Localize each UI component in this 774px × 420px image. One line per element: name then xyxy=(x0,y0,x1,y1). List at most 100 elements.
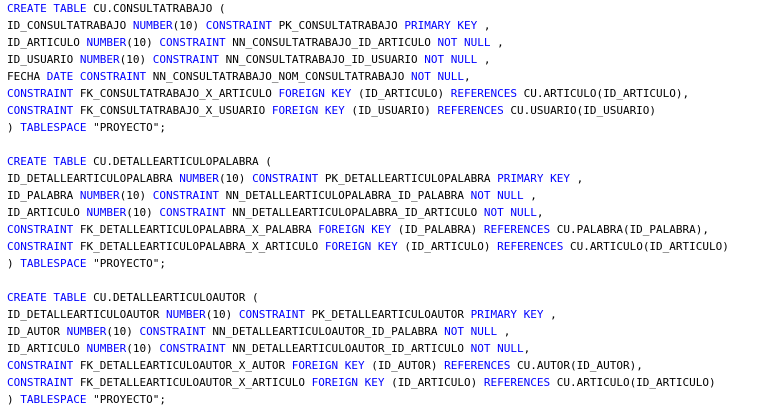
sql-text: "PROYECTO"; xyxy=(86,257,166,270)
code-line: ID_ARTICULO NUMBER(10) CONSTRAINT NN_DET… xyxy=(7,204,774,221)
sql-keyword: CONSTRAINT xyxy=(7,223,74,236)
sql-text: PK_DETALLEARTICULOPALABRA xyxy=(318,172,498,185)
code-line: CONSTRAINT FK_DETALLEARTICULOPALABRA_X_P… xyxy=(7,221,774,238)
sql-keyword: FOREIGN KEY xyxy=(324,240,398,253)
sql-keyword: NOT NULL xyxy=(411,70,464,83)
code-line: CONSTRAINT FK_DETALLEARTICULOPALABRA_X_A… xyxy=(7,238,774,255)
code-line: ID_AUTOR NUMBER(10) CONSTRAINT NN_DETALL… xyxy=(7,323,774,340)
code-line: ID_DETALLEARTICULOPALABRA NUMBER(10) CON… xyxy=(7,170,774,187)
code-line: ID_DETALLEARTICULOAUTOR NUMBER(10) CONST… xyxy=(7,306,774,323)
sql-text: , xyxy=(523,342,531,355)
sql-text: NN_CONSULTATRABAJO_NOM_CONSULTATRABAJO xyxy=(146,70,411,83)
sql-text: (ID_ARTICULO) xyxy=(384,376,484,389)
sql-text: ID_ARTICULO xyxy=(7,206,87,219)
sql-keyword: DATE CONSTRAINT xyxy=(46,70,147,83)
sql-text: CU.AUTOR(ID_AUTOR), xyxy=(510,359,643,372)
sql-text: (10) xyxy=(205,308,239,321)
sql-keyword: NOT NULL xyxy=(444,325,498,338)
sql-text: , xyxy=(477,19,491,32)
sql-text: , xyxy=(463,70,471,83)
code-line: ID_USUARIO NUMBER(10) CONSTRAINT NN_CONS… xyxy=(7,51,774,68)
sql-keyword: CONSTRAINT xyxy=(7,376,74,389)
sql-text: CU.DETALLEARTICULOAUTOR ( xyxy=(86,291,259,304)
sql-text: FK_CONSULTATRABAJO_X_ARTICULO xyxy=(73,87,279,100)
sql-text: ID_AUTOR xyxy=(7,325,67,338)
sql-text: ID_DETALLEARTICULOAUTOR xyxy=(7,308,166,321)
sql-text: ) xyxy=(7,257,21,270)
sql-text: , xyxy=(477,53,491,66)
sql-keyword: NUMBER xyxy=(86,342,127,355)
sql-keyword: REFERENCES xyxy=(444,359,511,372)
sql-keyword: NUMBER xyxy=(86,36,127,49)
sql-text: , xyxy=(543,308,557,321)
sql-text: CU.ARTICULO(ID_ARTICULO), xyxy=(516,87,690,100)
sql-text: "PROYECTO"; xyxy=(86,121,166,134)
sql-text: (ID_PALABRA) xyxy=(391,223,484,236)
sql-text: ) xyxy=(7,121,21,134)
sql-keyword: NUMBER xyxy=(79,189,120,202)
sql-keyword: CONSTRAINT xyxy=(159,342,226,355)
sql-editor[interactable]: CREATE TABLE CU.CONSULTATRABAJO ( ID_CONS… xyxy=(0,0,774,420)
sql-keyword: NOT NULL xyxy=(437,36,491,49)
sql-keyword: NOT NULL xyxy=(470,189,524,202)
code-line: ID_PALABRA NUMBER(10) CONSTRAINT NN_DETA… xyxy=(7,187,774,204)
code-area[interactable]: CREATE TABLE CU.CONSULTATRABAJO ( ID_CONS… xyxy=(0,0,774,408)
sql-text: PK_DETALLEARTICULOAUTOR xyxy=(305,308,471,321)
code-line: ) TABLESPACE "PROYECTO"; xyxy=(7,391,774,408)
sql-keyword: REFERENCES xyxy=(497,240,564,253)
sql-keyword: NOT NULL xyxy=(483,206,537,219)
sql-text: ID_PALABRA xyxy=(7,189,80,202)
sql-text: (10) xyxy=(106,325,140,338)
code-line: ID_ARTICULO NUMBER(10) CONSTRAINT NN_CON… xyxy=(7,34,774,51)
code-line: FECHA DATE CONSTRAINT NN_CONSULTATRABAJO… xyxy=(7,68,774,85)
code-line: CREATE TABLE CU.DETALLEARTICULOAUTOR ( xyxy=(7,289,774,306)
sql-text: (ID_ARTICULO) xyxy=(351,87,451,100)
sql-keyword: CONSTRAINT xyxy=(7,240,74,253)
sql-text: FK_DETALLEARTICULOAUTOR_X_ARTICULO xyxy=(73,376,312,389)
sql-text: (10) xyxy=(126,206,160,219)
sql-keyword: FOREIGN KEY xyxy=(311,376,385,389)
sql-text: FK_DETALLEARTICULOAUTOR_X_AUTOR xyxy=(73,359,292,372)
sql-keyword: NOT NULL xyxy=(470,342,524,355)
sql-keyword: CONSTRAINT xyxy=(159,36,226,49)
code-line: ID_ARTICULO NUMBER(10) CONSTRAINT NN_DET… xyxy=(7,340,774,357)
sql-keyword: CONSTRAINT xyxy=(139,325,206,338)
sql-text: FK_CONSULTATRABAJO_X_USUARIO xyxy=(73,104,272,117)
sql-text: CU.DETALLEARTICULOPALABRA ( xyxy=(86,155,272,168)
sql-text: NN_DETALLEARTICULOPALABRA_ID_ARTICULO xyxy=(225,206,484,219)
sql-keyword: REFERENCES xyxy=(483,223,551,236)
sql-keyword: CREATE TABLE xyxy=(7,155,87,168)
code-line: CREATE TABLE CU.DETALLEARTICULOPALABRA ( xyxy=(7,153,774,170)
sql-keyword: NUMBER xyxy=(165,308,206,321)
sql-keyword: FOREIGN KEY xyxy=(278,87,352,100)
sql-text: NN_DETALLEARTICULOPALABRA_ID_PALABRA xyxy=(218,189,471,202)
sql-keyword: REFERENCES xyxy=(450,87,517,100)
sql-keyword: CONSTRAINT xyxy=(152,189,219,202)
sql-keyword: CREATE TABLE xyxy=(7,291,87,304)
code-line: ID_CONSULTATRABAJO NUMBER(10) CONSTRAINT… xyxy=(7,17,774,34)
sql-keyword: REFERENCES xyxy=(483,376,551,389)
sql-keyword: NUMBER xyxy=(86,206,127,219)
sql-keyword: NOT NULL xyxy=(424,53,478,66)
sql-text: CU.ARTICULO(ID_ARTICULO) xyxy=(563,240,729,253)
sql-keyword: CONSTRAINT xyxy=(205,19,272,32)
sql-keyword: NUMBER xyxy=(132,19,173,32)
sql-text: FK_DETALLEARTICULOPALABRA_X_PALABRA xyxy=(73,223,319,236)
sql-text: CU.CONSULTATRABAJO ( xyxy=(86,2,226,15)
code-line: CONSTRAINT FK_DETALLEARTICULOAUTOR_X_AUT… xyxy=(7,357,774,374)
sql-keyword: FOREIGN KEY xyxy=(291,359,365,372)
sql-keyword: CONSTRAINT xyxy=(7,104,74,117)
sql-keyword: PRIMARY KEY xyxy=(404,19,478,32)
sql-keyword: FOREIGN KEY xyxy=(271,104,345,117)
code-line: ) TABLESPACE "PROYECTO"; xyxy=(7,119,774,136)
sql-text: (10) xyxy=(172,19,206,32)
sql-keyword: CONSTRAINT xyxy=(7,87,74,100)
sql-text: ID_ARTICULO xyxy=(7,342,87,355)
sql-text: ID_DETALLEARTICULOPALABRA xyxy=(7,172,180,185)
code-line: CONSTRAINT FK_DETALLEARTICULOAUTOR_X_ART… xyxy=(7,374,774,391)
sql-text: ID_USUARIO xyxy=(7,53,80,66)
sql-keyword: PRIMARY KEY xyxy=(497,172,570,185)
sql-text: FECHA xyxy=(7,70,47,83)
